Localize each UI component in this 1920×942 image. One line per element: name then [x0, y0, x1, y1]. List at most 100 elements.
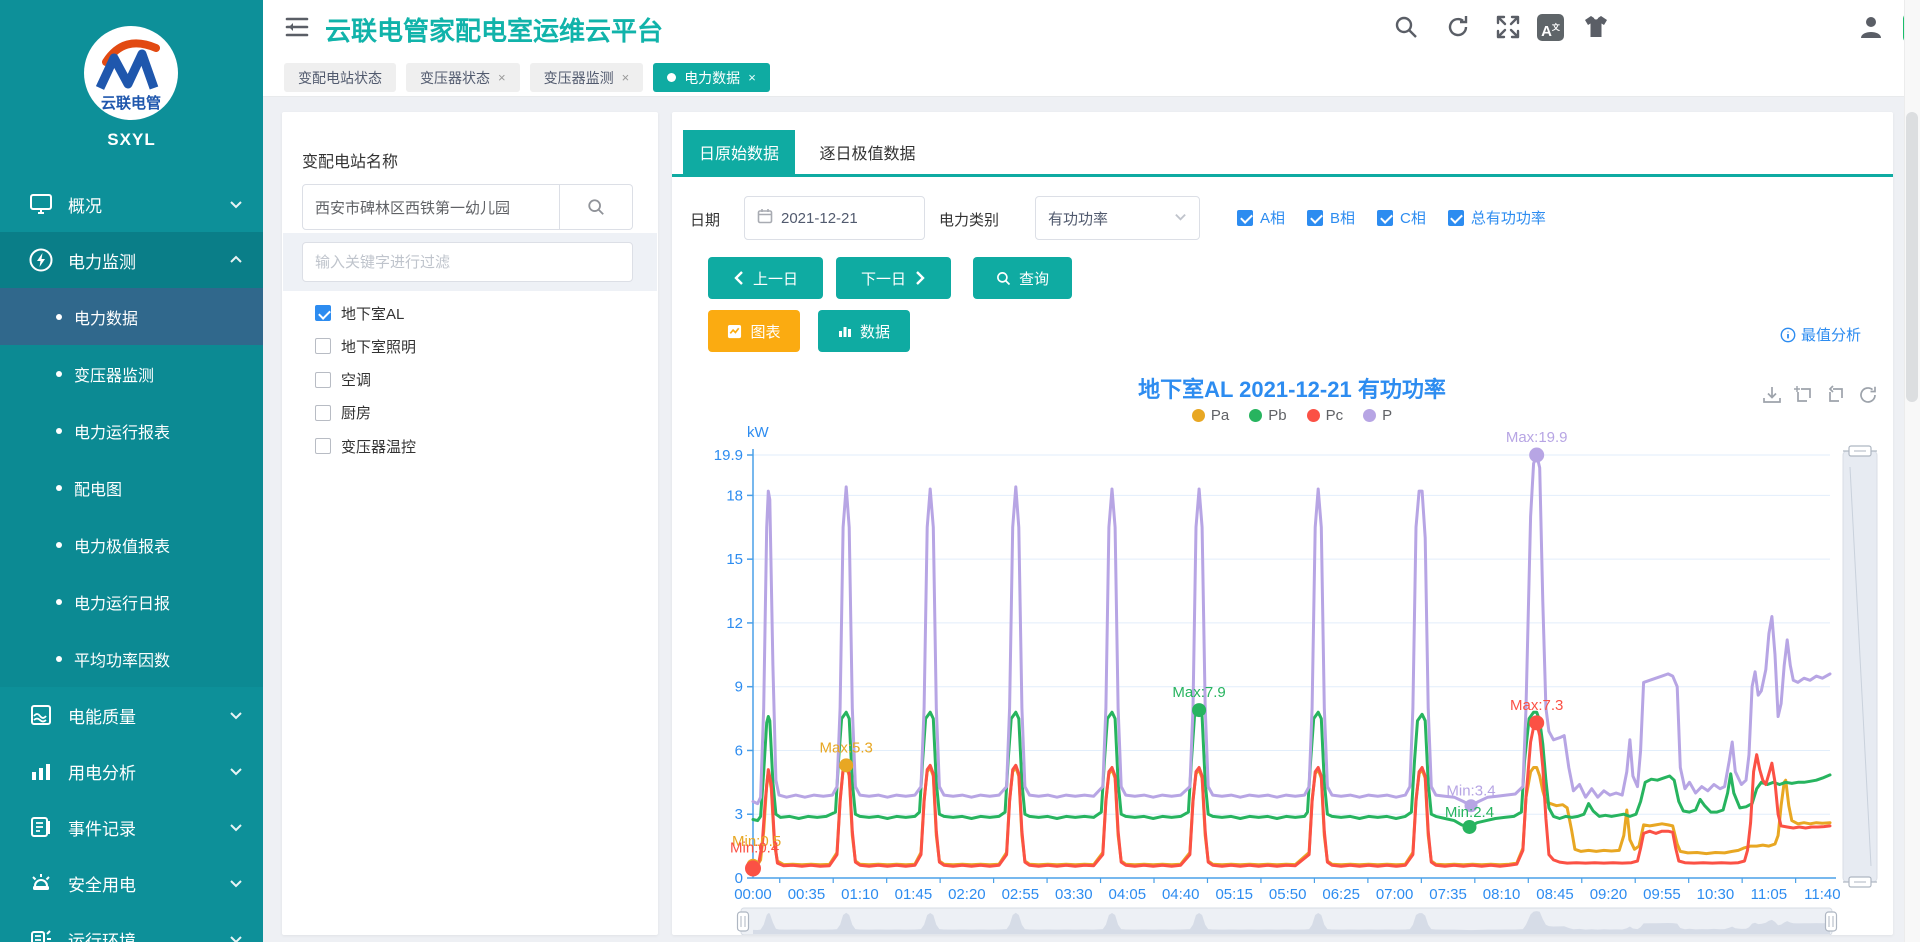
legend-Pb[interactable]: Pb: [1249, 407, 1286, 424]
zoom-reset-icon[interactable]: [1826, 385, 1846, 405]
data-bars-icon: [838, 324, 852, 338]
user-icon[interactable]: [1858, 14, 1884, 40]
page-tab-item-电力数据[interactable]: 电力数据×: [653, 63, 770, 92]
date-label: 日期: [690, 210, 720, 232]
svg-text:09:55: 09:55: [1643, 886, 1681, 903]
page-tab-item-变压器监测[interactable]: 变压器监测×: [530, 63, 644, 92]
svg-text:05:50: 05:50: [1269, 886, 1307, 903]
power-type-select[interactable]: 有功功率: [1035, 196, 1200, 240]
refresh-icon[interactable]: [1445, 14, 1471, 40]
sidebar-sub-item-电力极值报表[interactable]: 电力极值报表: [0, 516, 263, 573]
phase-item-B相[interactable]: B相: [1307, 207, 1355, 228]
station-search-button[interactable]: [560, 184, 633, 230]
datazoom-handle: [1826, 912, 1837, 931]
sidebar-sub-item-电力运行报表[interactable]: 电力运行报表: [0, 402, 263, 459]
environment-icon: [28, 926, 54, 942]
chart-legend: Pa Pb Pc P: [752, 407, 1832, 424]
restore-icon[interactable]: [1858, 385, 1878, 405]
query-button[interactable]: 查询: [973, 257, 1072, 299]
chart-toolbox: [1762, 385, 1878, 405]
checkbox[interactable]: [1307, 210, 1323, 226]
info-icon: [1780, 327, 1796, 343]
page-tab-item-变配电站状态[interactable]: 变配电站状态: [284, 63, 396, 92]
checkbox[interactable]: [1448, 210, 1464, 226]
extreme-analysis-link[interactable]: 最值分析: [1780, 324, 1861, 345]
sidebar-sub-item-电力数据[interactable]: 电力数据: [0, 288, 263, 345]
sidebar-item-安全用电[interactable]: 安全用电: [0, 855, 263, 911]
theme-icon[interactable]: [1583, 14, 1609, 40]
close-icon[interactable]: ×: [748, 70, 756, 85]
quality-icon: [28, 702, 54, 728]
svg-text:06:25: 06:25: [1322, 886, 1360, 903]
svg-text:11:40: 11:40: [1804, 886, 1840, 903]
power-line-chart[interactable]: 036912151819.9kW00:0000:3501:1001:4502:2…: [680, 425, 1893, 935]
sidebar-sub-item-平均功率因数[interactable]: 平均功率因数: [0, 630, 263, 687]
next-day-button[interactable]: 下一日: [836, 257, 951, 299]
zoom-select-icon[interactable]: [1794, 385, 1814, 405]
power-type-label: 电力类别: [939, 210, 999, 232]
date-picker[interactable]: 2021-12-21: [744, 196, 925, 240]
sidebar-item-事件记录[interactable]: 事件记录: [0, 799, 263, 855]
translate-icon[interactable]: A文: [1537, 14, 1564, 41]
svg-text:云联电管: 云联电管: [101, 94, 161, 112]
circuit-item-厨房[interactable]: 厨房: [315, 401, 371, 425]
logo[interactable]: 云联电管: [84, 26, 178, 120]
chart-view-button[interactable]: 图表: [708, 310, 800, 352]
search-icon[interactable]: [1393, 14, 1419, 40]
fullscreen-icon[interactable]: [1495, 14, 1521, 40]
sidebar-menu: 概况电力监测电力数据变压器监测电力运行报表配电图电力极值报表电力运行日报平均功率…: [0, 176, 263, 942]
svg-text:Min:2.4: Min:2.4: [1445, 804, 1494, 821]
legend-Pc[interactable]: Pc: [1307, 407, 1344, 424]
close-icon[interactable]: ×: [622, 70, 630, 85]
sidebar-item-用电分析[interactable]: 用电分析: [0, 743, 263, 799]
prev-day-button[interactable]: 上一日: [708, 257, 823, 299]
checkbox[interactable]: [315, 438, 331, 454]
legend-P[interactable]: P: [1363, 407, 1392, 424]
data-view-button[interactable]: 数据: [818, 310, 910, 352]
checkbox[interactable]: [315, 338, 331, 354]
checkbox[interactable]: [315, 372, 331, 388]
checkbox[interactable]: [1237, 210, 1253, 226]
main-panel: 日原始数据 逐日极值数据 日期 2021-12-21 电力类别 有功功率 A相 B…: [672, 112, 1893, 935]
station-name-input[interactable]: [302, 184, 560, 230]
keyword-filter-input[interactable]: [302, 242, 633, 282]
collapse-sidebar-icon[interactable]: [285, 16, 309, 38]
tab-daily-extreme-data[interactable]: 逐日极值数据: [795, 130, 940, 174]
circuit-item-地下室AL[interactable]: 地下室AL: [315, 301, 404, 325]
svg-text:12: 12: [726, 615, 743, 632]
checkbox[interactable]: [1377, 210, 1393, 226]
sidebar-sub-item-电力运行日报[interactable]: 电力运行日报: [0, 573, 263, 630]
sidebar-sub-item-配电图[interactable]: 配电图: [0, 459, 263, 516]
sidebar-item-概况[interactable]: 概况: [0, 176, 263, 232]
sidebar-item-电力监测[interactable]: 电力监测: [0, 232, 263, 288]
circuit-item-空调[interactable]: 空调: [315, 368, 371, 392]
sidebar-item-电能质量[interactable]: 电能质量: [0, 687, 263, 743]
svg-text:00:35: 00:35: [788, 886, 826, 903]
svg-text:02:20: 02:20: [948, 886, 986, 903]
sidebar-item-运行环境[interactable]: 运行环境: [0, 911, 263, 942]
phase-checkbox-group: A相 B相 C相 总有功功率: [1237, 207, 1546, 228]
download-icon[interactable]: [1762, 385, 1782, 405]
phase-item-总有功功率[interactable]: 总有功功率: [1448, 207, 1546, 228]
checkbox[interactable]: [315, 405, 331, 421]
circuit-item-地下室照明[interactable]: 地下室照明: [315, 334, 416, 358]
org-code: SXYL: [0, 130, 263, 150]
page-tab-item-变压器状态[interactable]: 变压器状态×: [406, 63, 520, 92]
svg-text:0: 0: [735, 870, 743, 887]
phase-item-C相[interactable]: C相: [1377, 207, 1426, 228]
close-icon[interactable]: ×: [498, 70, 506, 85]
svg-text:10:30: 10:30: [1697, 886, 1735, 903]
phase-item-A相[interactable]: A相: [1237, 207, 1285, 228]
svg-text:Min:0.4: Min:0.4: [730, 839, 779, 856]
tab-daily-raw-data[interactable]: 日原始数据: [683, 130, 795, 174]
events-icon: [28, 814, 54, 840]
filter-strip: [283, 233, 657, 291]
page-scrollbar-thumb[interactable]: [1906, 112, 1918, 402]
monitor-icon: [28, 191, 54, 217]
svg-text:15: 15: [726, 551, 743, 568]
legend-Pa[interactable]: Pa: [1192, 407, 1229, 424]
svg-text:3: 3: [735, 806, 743, 823]
circuit-item-变压器温控[interactable]: 变压器温控: [315, 434, 416, 458]
sidebar-sub-item-变压器监测[interactable]: 变压器监测: [0, 345, 263, 402]
checkbox[interactable]: [315, 305, 331, 321]
